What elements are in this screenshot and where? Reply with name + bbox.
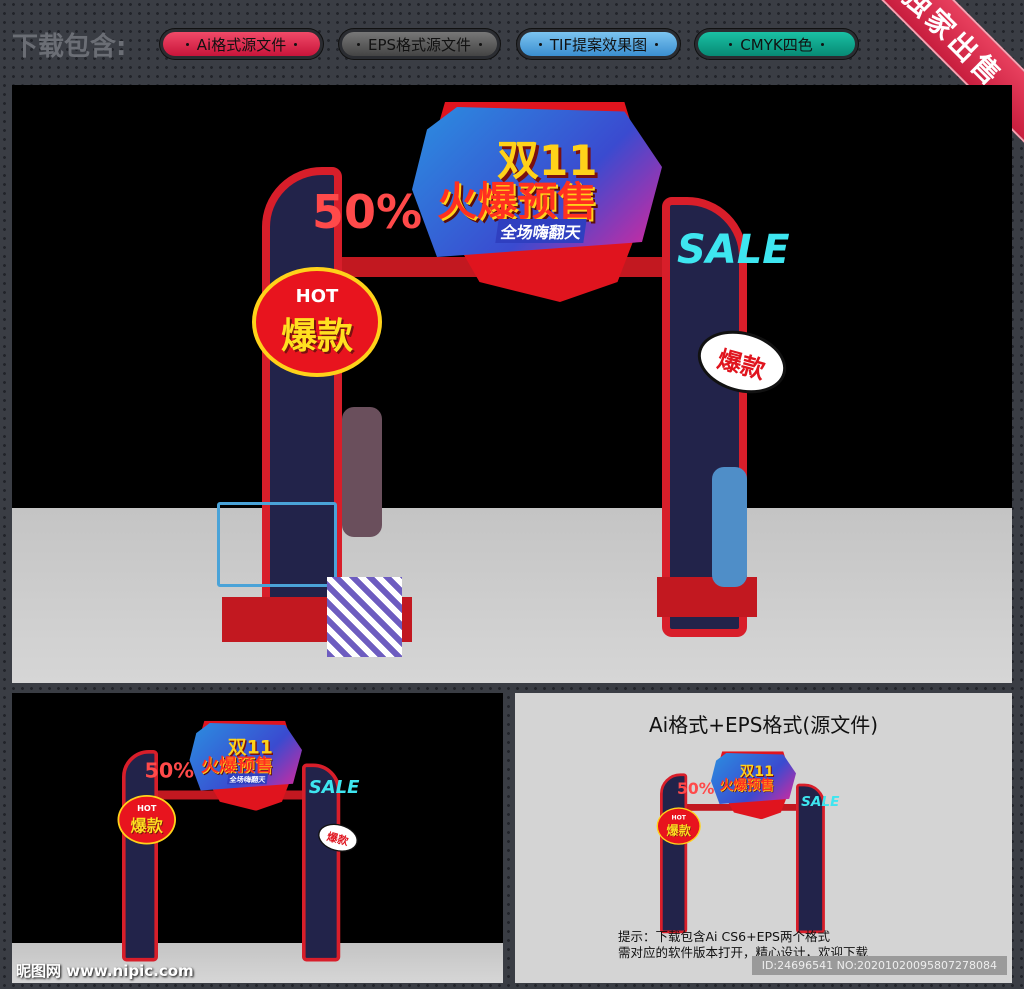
sale-text: SALE [801, 793, 840, 810]
image-id: ID:24696541 NO:20201020095807278084 [751, 956, 1007, 975]
sale-text: SALE [308, 777, 360, 798]
small-render-panel: 双11 火爆预售 全场嗨翻天 50% SALE HOT 爆款 爆款 [12, 693, 503, 983]
sale-text: SALE [677, 227, 790, 273]
arch-tagline: 全场嗨翻天 [226, 773, 269, 785]
badge-cmyk: CMYK四色 [698, 32, 855, 56]
hot-badge: HOT 爆款 [656, 807, 701, 845]
discount-text: 50% [144, 758, 195, 783]
discount-text: 50% [312, 185, 423, 239]
format-preview-panel: Ai格式+EPS格式(源文件) 双11 火爆预售 50% SALE HOT 爆款 … [515, 693, 1012, 983]
discount-text: 50% [677, 779, 715, 798]
hot-badge: HOT 爆款 [117, 795, 176, 845]
badge-eps: EPS格式源文件 [342, 32, 497, 56]
arch-subtitle: 火爆预售 [719, 777, 774, 794]
arch-render: 双11 火爆预售 全场嗨翻天 50% SALE HOT 爆款 爆款 [217, 102, 862, 667]
main-render-panel: 双11 火爆预售 全场嗨翻天 50% SALE HOT 爆款 爆款 [12, 85, 1012, 683]
badge-tif: TIF提案效果图 [520, 32, 677, 56]
watermark: 昵图网 www.nipic.com [16, 962, 194, 980]
format-caption: Ai格式+EPS格式(源文件) [649, 713, 878, 737]
hot-badge: HOT 爆款 [252, 267, 382, 377]
badge-ai: Ai格式源文件 [163, 32, 320, 56]
arch-tagline: 全场嗨翻天 [495, 219, 587, 243]
download-includes-label: 下载包含: [12, 32, 127, 62]
